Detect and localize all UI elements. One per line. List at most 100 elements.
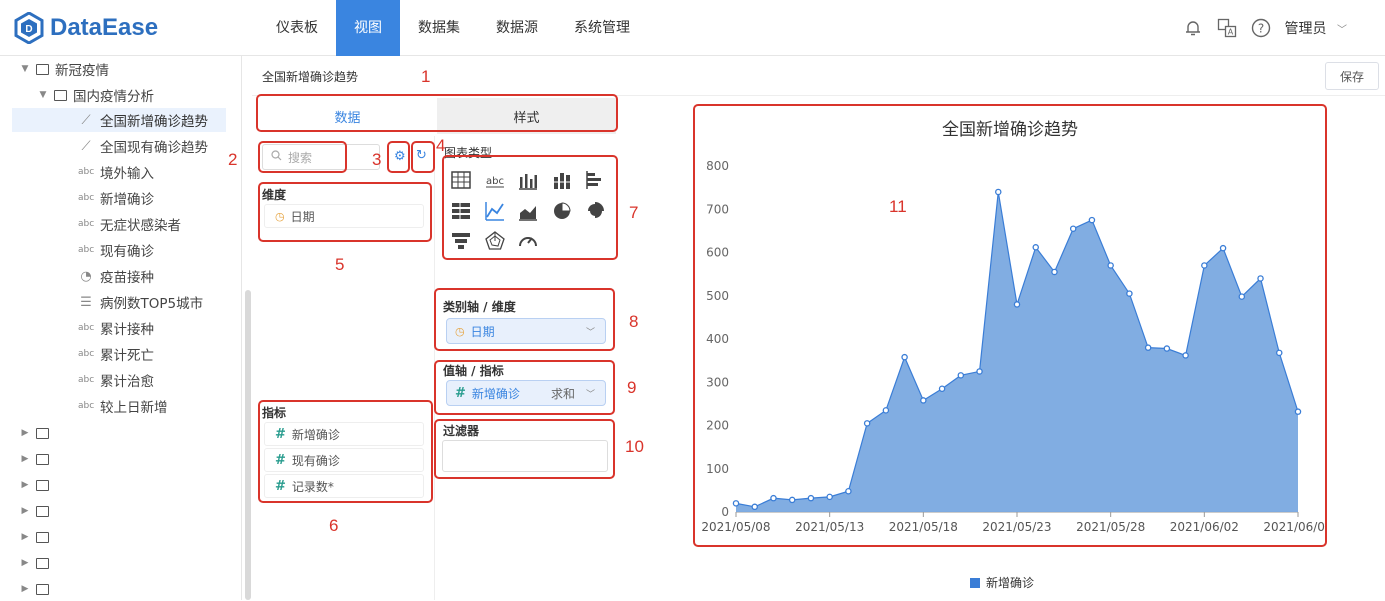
chart-name: 全国新增确诊趋势 [262,70,359,84]
tree-item-label: 病例数TOP5城市 [100,296,204,312]
translate-icon[interactable]: A [1217,18,1237,38]
tree-item[interactable]: abc 较上日新增 [78,394,168,418]
svg-text:D: D [25,24,32,35]
annotation-number: 5 [335,255,345,274]
nav-item[interactable]: 仪表板 [258,0,336,56]
tree-item-label: 全国新增确诊趋势 [100,114,208,130]
text-abc-icon: abc [78,245,95,255]
nav-item[interactable]: 视图 [336,0,400,56]
tree-item-label: 较上日新增 [100,400,168,416]
tree-folder-collapsed[interactable]: ▶ [20,551,55,575]
user-menu[interactable]: 管理员 ﹀ [1285,18,1347,38]
annotation-box-1 [256,94,618,132]
annotation-number: 3 [372,150,382,169]
folder-icon [36,427,49,439]
tree-item-label: 累计死亡 [100,348,154,364]
save-button[interactable]: 保存 [1325,62,1379,90]
tree-item-label: 新增确诊 [100,192,154,208]
username: 管理员 [1284,21,1327,37]
nav-item[interactable]: 系统管理 [556,0,648,56]
chevron-down-icon: ﹀ [1337,25,1347,36]
annotation-number: 4 [436,136,446,155]
tree-folder-collapsed[interactable]: ▶ [20,421,55,445]
annotation-number: 9 [627,378,637,397]
tree-folder-collapsed[interactable]: ▶ [20,473,55,497]
legend-swatch [970,577,980,588]
tree-group-covid[interactable]: ▼ 新冠疫情 [20,57,109,81]
annotation-box-7 [442,155,618,260]
tree-item-label: 全国现有确诊趋势 [100,140,208,156]
folder-icon [36,531,49,543]
sidebar-scrollbar[interactable] [245,290,251,600]
caret-right-icon: ▶ [21,584,29,594]
folder-icon [36,479,49,491]
text-abc-icon: abc [78,349,95,359]
nav-item[interactable]: 数据集 [400,0,478,56]
svg-text:A: A [1227,28,1233,37]
annotation-box-11 [693,104,1327,547]
text-abc-icon: abc [78,375,95,385]
tree-item[interactable]: abc 新增确诊 [78,186,154,210]
tree-folder-collapsed[interactable]: ▶ [20,525,55,549]
tree-item[interactable]: abc 无症状感染者 [78,212,181,236]
text-abc-icon: abc [78,323,95,333]
caret-right-icon: ▶ [21,532,29,542]
top-navbar: D DataEase 仪表板 视图 数据集 数据源 系统管理 A ? 管理员 ﹀ [0,0,1385,56]
tree-group-domestic[interactable]: ▼ 国内疫情分析 [38,83,154,107]
tree-group-label: 新冠疫情 [55,63,109,79]
folder-icon [54,89,67,101]
text-abc-icon: abc [78,193,95,203]
tree-item-label: 累计接种 [100,322,154,338]
svg-text:?: ? [1257,22,1263,36]
tree-item[interactable]: ☰ 病例数TOP5城市 [78,290,203,314]
text-abc-icon: abc [78,167,95,177]
caret-right-icon: ▶ [21,428,29,438]
caret-down-icon: ▼ [21,64,29,74]
tree-item[interactable]: abc 累计死亡 [78,342,154,366]
tree-item-label: 累计治愈 [100,374,154,390]
annotation-box-3 [387,141,410,173]
caret-right-icon: ▶ [21,558,29,568]
annotation-box-2 [258,141,347,173]
tree-folder-collapsed[interactable]: ▶ [20,447,55,471]
logo-text: DataEase [50,14,159,41]
annotation-number: 11 [889,197,907,216]
tree-item[interactable]: ⟋ 全国新增确诊趋势 [12,108,226,132]
tree-item[interactable]: abc 累计接种 [78,316,154,340]
tree-item[interactable]: ◔ 疫苗接种 [78,264,154,288]
caret-right-icon: ▶ [21,480,29,490]
annotation-number: 8 [629,312,639,331]
text-abc-icon: abc [78,401,95,411]
folder-icon [36,453,49,465]
nav-item[interactable]: 数据源 [478,0,556,56]
tree-folder-collapsed[interactable]: ▶ [20,499,55,523]
tree-folder-collapsed[interactable]: ▶ [20,577,55,601]
text-abc-icon: abc [78,219,95,229]
tree-item[interactable]: abc 累计治愈 [78,368,154,392]
folder-icon [36,63,49,75]
annotation-number: 6 [329,516,339,535]
tree-item[interactable]: abc 境外输入 [78,160,154,184]
help-icon[interactable]: ? [1251,18,1271,38]
caret-down-icon: ▼ [39,90,47,100]
annotation-number: 1 [421,67,431,86]
annotation-box-10 [434,419,615,479]
annotation-number: 7 [629,203,639,222]
line-chart-icon: ⟋ [81,138,91,154]
annotation-box-4 [411,141,435,173]
chart-legend[interactable]: 新增确诊 [970,574,1034,591]
annotation-number: 2 [228,150,238,169]
bell-icon[interactable] [1183,18,1203,38]
tree-item[interactable]: ⟋ 全国现有确诊趋势 [78,134,208,158]
tree-item[interactable]: abc 现有确诊 [78,238,154,262]
annotation-number: 10 [625,437,644,456]
app-logo[interactable]: D DataEase [14,12,158,44]
folder-icon [36,583,49,595]
bar-horizontal-icon: ☰ [80,294,92,310]
legend-label: 新增确诊 [986,576,1035,590]
line-chart-icon: ⟋ [81,112,91,128]
folder-icon [36,505,49,517]
dataease-logo-icon: D [14,12,44,44]
annotation-box-5 [258,182,432,242]
annotation-box-8 [434,288,615,351]
